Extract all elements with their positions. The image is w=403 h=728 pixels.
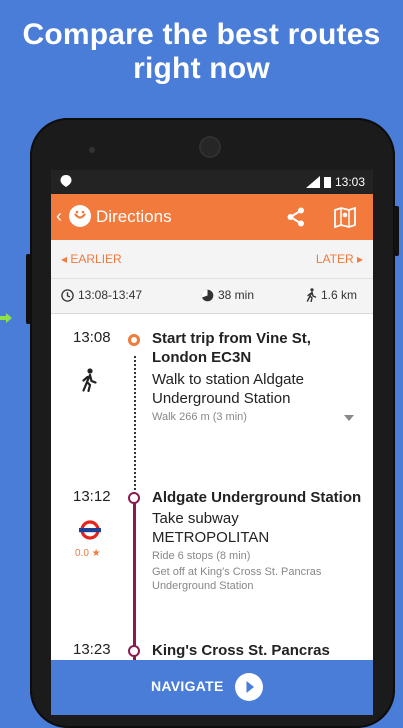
volume-button [26, 254, 31, 324]
app-notification-icon [60, 175, 72, 187]
step-time: 13:23 [73, 641, 111, 658]
status-bar: 13:03 [51, 170, 373, 194]
side-arrow-icon [0, 313, 12, 323]
summary-duration-value: 38 min [218, 288, 255, 302]
summary-walk: 1.6 km [306, 288, 357, 302]
later-button[interactable]: LATER ▸ [316, 252, 363, 266]
promo-headline-line2: right now [133, 52, 270, 85]
rating-badge: 0.0 ★ [75, 548, 101, 559]
clock-icon [61, 288, 74, 302]
walk-segment-line [134, 356, 136, 490]
step-instruction: Walk to station Aldgate Underground Stat… [152, 371, 305, 407]
expand-icon[interactable] [344, 415, 354, 421]
step-marker [128, 645, 140, 657]
map-icon[interactable] [333, 205, 357, 229]
route-summary: 13:08-13:47 38 min 1.6 km [51, 278, 373, 314]
step-marker [128, 334, 140, 346]
step-title[interactable]: Start trip from Vine St, London EC3N [152, 329, 367, 367]
walk-icon [82, 368, 97, 392]
summary-duration: 38 min [201, 288, 254, 302]
status-indicators: 13:03 [305, 175, 365, 189]
summary-time-range: 13:08-13:47 [78, 288, 143, 302]
app-bar: ‹ Directions [51, 194, 373, 240]
battery-icon [323, 176, 331, 188]
app-logo-icon[interactable] [68, 204, 92, 228]
step-title[interactable]: King's Cross St. Pancras [152, 641, 367, 660]
step-detail: Ride 6 stops (8 min) [152, 550, 251, 562]
underground-icon [79, 520, 101, 540]
navigate-button[interactable]: NAVIGATE [51, 660, 373, 715]
chevron-right-small-icon: ▸ [353, 252, 363, 266]
navigate-label: NAVIGATE [151, 678, 224, 694]
earlier-button[interactable]: ◂ EARLIER [61, 252, 122, 266]
duration-icon [201, 289, 214, 301]
speaker [89, 147, 95, 153]
step-instruction-line1: Take subway [152, 510, 239, 527]
power-button [394, 206, 399, 256]
step-time: 13:12 [73, 488, 111, 505]
step-time: 13:08 [73, 329, 111, 346]
step-title[interactable]: Aldgate Underground Station [152, 488, 367, 507]
navigate-play-icon[interactable] [235, 673, 263, 701]
chevron-left-icon[interactable]: ‹ [56, 206, 62, 226]
phone-screen: 13:03 ‹ Directions ◂ EARLIER LATER ▸ 13:… [51, 170, 373, 715]
camera [201, 138, 219, 156]
time-navigation: ◂ EARLIER LATER ▸ [51, 240, 373, 278]
earlier-label: EARLIER [70, 252, 122, 266]
later-label: LATER [315, 252, 354, 266]
summary-time: 13:08-13:47 [61, 288, 142, 302]
step-instruction-line2: METROPOLITAN [152, 529, 270, 546]
phone-top [30, 118, 395, 174]
promo-headline: Compare the best routes right now [0, 18, 403, 86]
share-icon[interactable] [285, 206, 307, 228]
signal-icon [305, 176, 320, 188]
walk-small-icon [306, 288, 317, 302]
page-title: Directions [96, 207, 172, 226]
step-detail: Walk 266 m (3 min) [152, 411, 247, 423]
step-marker [128, 492, 140, 504]
promo-headline-line1: Compare the best routes [22, 18, 381, 51]
step-detail-2: Get off at King's Cross St. Pancras Unde… [152, 566, 322, 592]
chevron-left-small-icon: ◂ [61, 252, 71, 266]
status-time: 13:03 [334, 175, 365, 189]
summary-walk-distance: 1.6 km [321, 288, 358, 302]
